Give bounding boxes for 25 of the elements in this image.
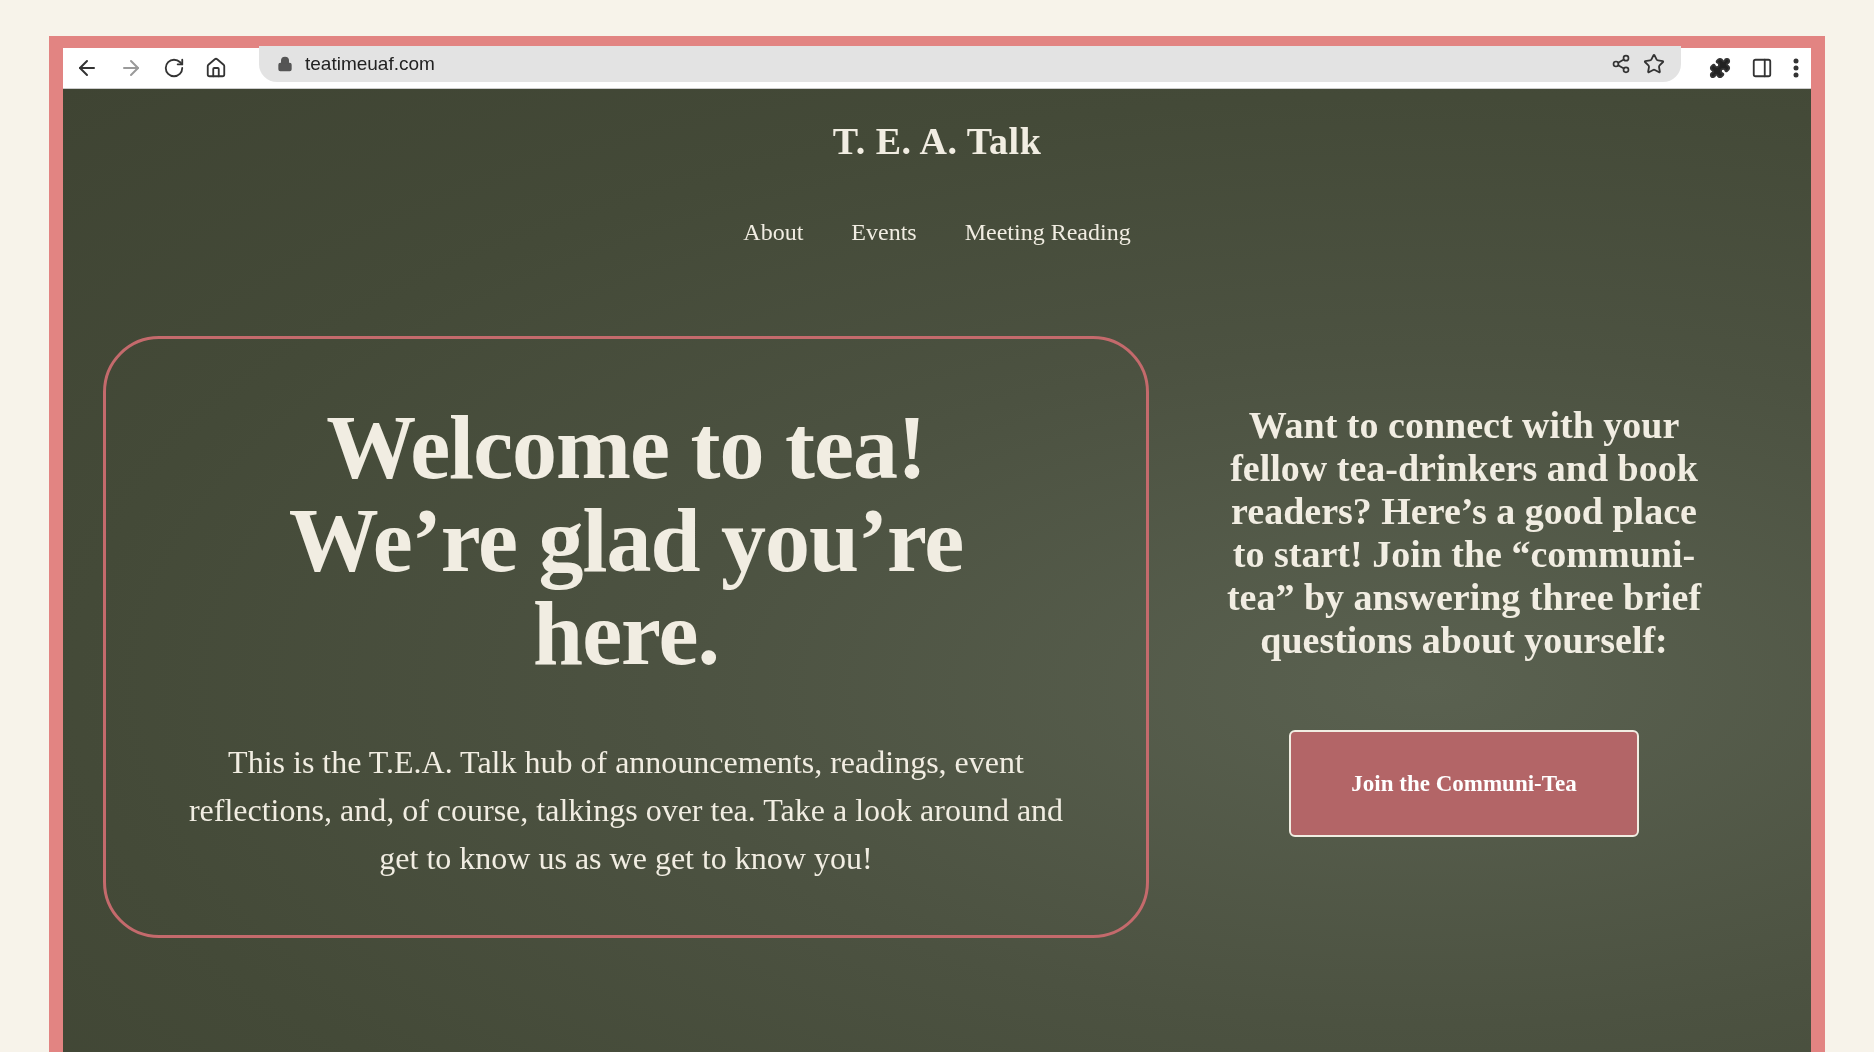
join-prompt: Want to connect with your fellow tea-drinkers and book readers? Here’s a good place to start! Join the “communi-tea” by answering three brief questions about yourself: [1225, 404, 1703, 662]
menu-button[interactable] [1793, 58, 1799, 78]
site-title: T. E. A. Talk [832, 119, 1042, 163]
share-icon [1611, 54, 1631, 74]
url-text: teatimeuaf.com [305, 53, 436, 75]
reload-button[interactable] [163, 57, 185, 79]
reload-icon [163, 57, 185, 79]
bookmark-star-button[interactable] [1643, 53, 1665, 75]
welcome-text: This is the T.E.A. Talk hub of announcements, readings, event reflections, and, of course, talkings over tea. Take a look around and get to know us as we get to know you! [187, 743, 1065, 878]
nav-link[interactable]: About [743, 219, 804, 246]
share-button[interactable] [1611, 54, 1631, 74]
join-button[interactable]: Join the Communi-Tea [1289, 730, 1639, 837]
address-bar[interactable]: teatimeuaf.com [259, 46, 1681, 82]
home-icon [205, 57, 227, 79]
star-icon [1643, 53, 1665, 75]
side-panel-button[interactable] [1751, 57, 1773, 79]
lock-icon [277, 56, 293, 72]
puzzle-icon [1709, 57, 1731, 79]
nav-link[interactable]: Events [851, 219, 917, 246]
extensions-button[interactable] [1709, 57, 1731, 79]
home-button[interactable] [205, 57, 227, 79]
welcome-heading: Welcome to tea! We’re glad you’re here. [287, 401, 965, 680]
nav-link[interactable]: Meeting Reading [964, 219, 1131, 246]
side-panel-icon [1751, 57, 1773, 79]
menu-icon [1793, 58, 1799, 78]
